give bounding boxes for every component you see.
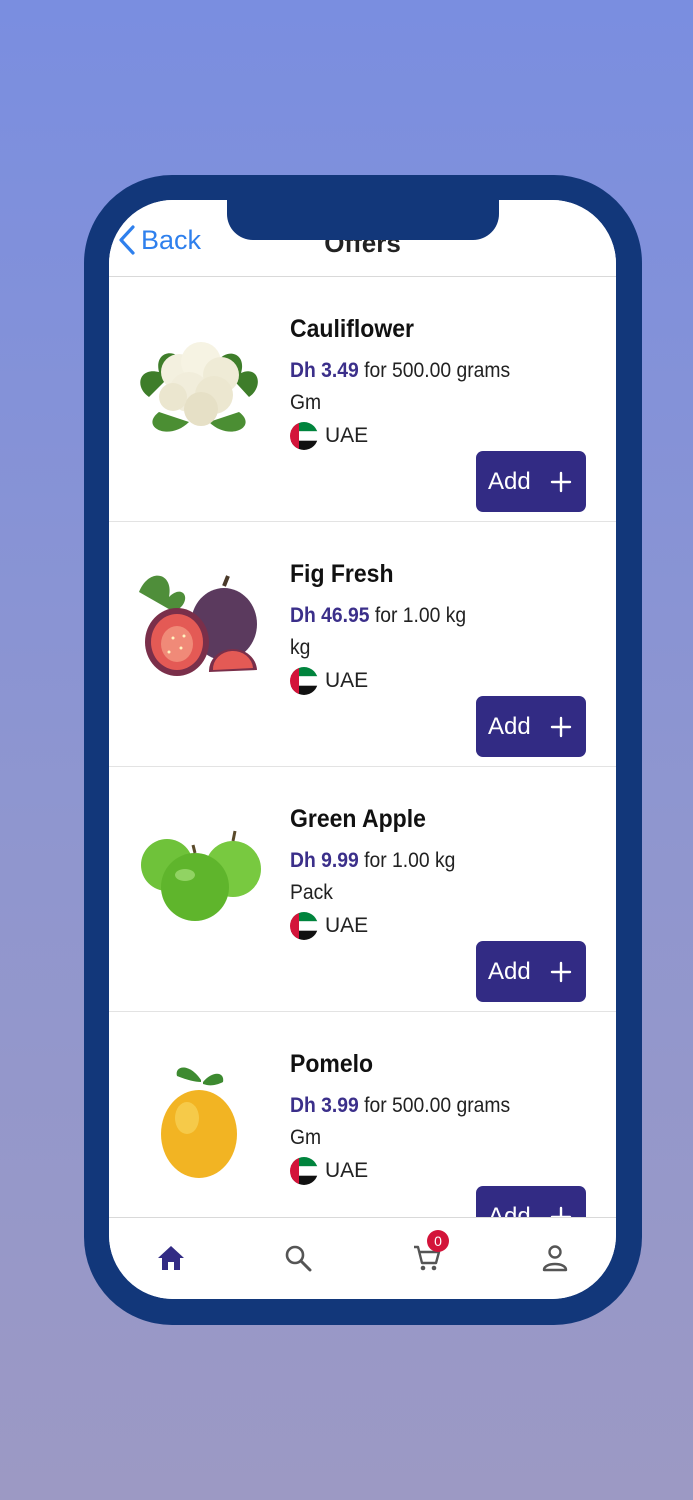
product-origin: UAE <box>290 909 368 943</box>
origin-label: UAE <box>325 914 369 937</box>
price-line: Dh 3.49 for 500.00 grams <box>290 359 510 383</box>
cart-count-badge: 0 <box>427 1230 449 1252</box>
add-label: Add <box>488 1202 531 1218</box>
green-apple-image <box>141 830 261 921</box>
pomelo-image <box>161 1067 237 1178</box>
product-price: Dh 3.49 <box>290 359 359 382</box>
plus-icon <box>550 1206 572 1217</box>
plus-icon <box>550 471 572 492</box>
app-screen: Back Offers Cauliflower Dh 3.49 for 500.… <box>109 200 616 1299</box>
add-label: Add <box>488 467 531 495</box>
uae-flag-icon <box>290 912 318 940</box>
fig-image <box>139 575 257 676</box>
price-line: Dh 9.99 for 1.00 kg <box>290 849 455 873</box>
product-unit: Gm <box>290 1126 322 1149</box>
product-quantity: for 500.00 grams <box>364 359 511 382</box>
product-origin: UAE <box>290 664 368 698</box>
tab-profile[interactable] <box>535 1238 575 1278</box>
phone-notch <box>227 200 499 240</box>
list-item: Green Apple Dh 9.99 for 1.00 kg Pack UAE… <box>109 767 616 1012</box>
origin-label: UAE <box>325 1159 369 1182</box>
product-price: Dh 3.99 <box>290 1094 359 1117</box>
search-icon <box>285 1245 312 1272</box>
origin-label: UAE <box>325 669 369 692</box>
product-quantity: for 1.00 kg <box>374 604 467 627</box>
product-unit: Gm <box>290 391 322 414</box>
product-unit: Pack <box>290 881 333 904</box>
add-label: Add <box>488 957 531 985</box>
list-item: Pomelo Dh 3.99 for 500.00 grams Gm UAE A… <box>109 1012 616 1217</box>
list-item: Fig Fresh Dh 46.95 for 1.00 kg kg UAE Ad… <box>109 522 616 767</box>
tab-search[interactable] <box>278 1238 318 1278</box>
uae-flag-icon <box>290 667 318 695</box>
cauliflower-image <box>140 342 258 432</box>
origin-label: UAE <box>325 424 369 447</box>
tab-cart[interactable]: 0 <box>407 1230 449 1278</box>
list-item: Cauliflower Dh 3.49 for 500.00 grams Gm <box>109 277 616 522</box>
product-unit: kg <box>290 636 311 659</box>
phone-frame: Back Offers Cauliflower Dh 3.49 for 500.… <box>84 175 642 1325</box>
product-quantity: for 1.00 kg <box>364 849 456 872</box>
product-price: Dh 46.95 <box>290 604 370 627</box>
tab-home[interactable] <box>151 1238 191 1278</box>
product-list: Cauliflower Dh 3.49 for 500.00 grams Gm <box>109 277 616 1217</box>
product-name: Pomelo <box>290 1050 374 1078</box>
plus-icon <box>550 961 572 982</box>
price-line: Dh 3.99 for 500.00 grams <box>290 1094 510 1118</box>
product-origin: UAE <box>290 419 368 453</box>
product-price: Dh 9.99 <box>290 849 359 872</box>
product-name: Cauliflower <box>290 315 414 343</box>
add-to-cart-button[interactable]: Add <box>476 941 586 1002</box>
product-name: Green Apple <box>290 805 426 833</box>
uae-flag-icon <box>290 422 318 450</box>
bottom-tab-bar: 0 <box>109 1217 616 1299</box>
product-quantity: for 500.00 grams <box>364 1094 511 1117</box>
home-icon <box>158 1246 184 1270</box>
price-line: Dh 46.95 for 1.00 kg <box>290 604 466 628</box>
product-name: Fig Fresh <box>290 560 394 588</box>
add-label: Add <box>488 712 531 740</box>
add-to-cart-button[interactable]: Add <box>476 451 586 512</box>
product-origin: UAE <box>290 1154 368 1188</box>
add-to-cart-button[interactable]: Add <box>476 1186 586 1217</box>
add-to-cart-button[interactable]: Add <box>476 696 586 757</box>
profile-icon <box>542 1245 568 1272</box>
plus-icon <box>550 716 572 737</box>
uae-flag-icon <box>290 1157 318 1185</box>
